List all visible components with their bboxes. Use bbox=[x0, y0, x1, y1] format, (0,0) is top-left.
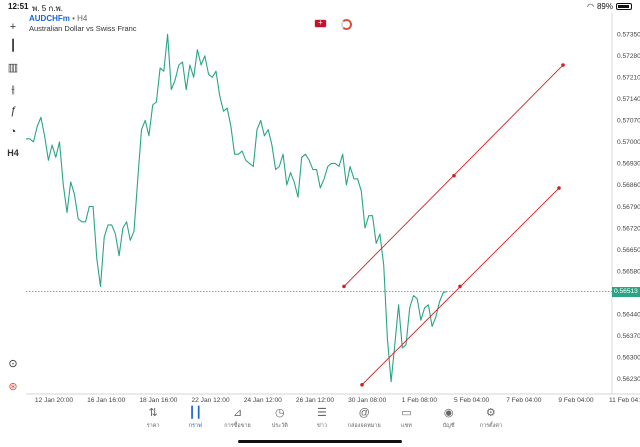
objects-icon[interactable]: ◔ bbox=[5, 124, 21, 140]
price-tick-label: 0.57280 bbox=[617, 53, 640, 60]
price-tick-label: 0.56860 bbox=[617, 182, 640, 189]
chart-header: AUDCHFm • H4 Australian Dollar vs Swiss … bbox=[29, 14, 137, 33]
left-toolbar: + ┃ ▥ ⫲ ƒ ◔ H4 ⊙ ⊛ bbox=[0, 13, 26, 406]
nav-label: การตั้งค่า bbox=[479, 423, 503, 429]
timeframe-label: H4 bbox=[77, 14, 88, 23]
account-icon: ◉ bbox=[443, 407, 454, 419]
nav-label: กราฟ bbox=[188, 423, 202, 429]
price-tick-label: 0.56580 bbox=[617, 268, 640, 275]
trendlines[interactable] bbox=[342, 63, 565, 387]
nav-label: กล่องจดหมาย bbox=[347, 423, 381, 429]
flag-icon[interactable] bbox=[314, 18, 327, 28]
chat-icon: ▭ bbox=[401, 407, 412, 419]
price-tick-label: 0.56370 bbox=[617, 333, 640, 340]
price-axis: 0.57350 0.57280 0.57210 0.57140 0.57070 0.570… bbox=[617, 32, 640, 383]
settings-sliders-icon[interactable]: ⫲ bbox=[5, 82, 21, 98]
chart-top-icons bbox=[314, 18, 352, 30]
date-tick-label: 16 Jan 16:00 bbox=[87, 397, 125, 404]
history-icon: ◷ bbox=[274, 407, 285, 419]
price-tick-label: 0.56230 bbox=[617, 376, 640, 383]
price-tick-label: 0.56790 bbox=[617, 204, 640, 211]
date-tick-label: 7 Feb 04:00 bbox=[506, 397, 542, 404]
candles-icon[interactable]: ┃ bbox=[5, 38, 21, 54]
nav-label: ข่าว bbox=[317, 423, 327, 429]
news-icon: ☰ bbox=[317, 407, 327, 419]
broker-logo-icon[interactable]: ⊛ bbox=[5, 379, 21, 395]
date-tick-label: 9 Feb 04:00 bbox=[558, 397, 594, 404]
nav-label: แชท bbox=[400, 423, 412, 429]
nav-mailbox[interactable]: @ กล่องจดหมาย bbox=[343, 406, 385, 436]
nav-news[interactable]: ☰ ข่าว bbox=[301, 406, 343, 436]
nav-label: ประวัติ bbox=[271, 423, 288, 429]
date-tick-label: 30 Jan 08:00 bbox=[348, 397, 386, 404]
date-tick-label: 22 Jan 12:00 bbox=[192, 397, 230, 404]
trendline-anchor[interactable] bbox=[458, 284, 462, 289]
price-chart[interactable]: 0.57350 0.57280 0.57210 0.57140 0.57070 0.570… bbox=[0, 0, 640, 447]
zoom-icon[interactable]: ⊙ bbox=[5, 356, 21, 372]
date-tick-label: 24 Jan 12:00 bbox=[244, 397, 282, 404]
date-tick-label: 12 Jan 20:00 bbox=[35, 397, 73, 404]
nav-label: การซื้อขาย bbox=[224, 423, 251, 429]
trendline-anchor[interactable] bbox=[561, 63, 565, 67]
price-series-line bbox=[26, 33, 448, 383]
nav-label: บัญชี bbox=[442, 423, 455, 429]
price-tick-label: 0.57000 bbox=[617, 139, 640, 146]
symbol-line[interactable]: AUDCHFm • H4 bbox=[29, 14, 137, 23]
function-icon[interactable]: ƒ bbox=[5, 103, 21, 119]
trendline-anchor[interactable] bbox=[452, 173, 456, 178]
nav-account[interactable]: ◉ บัญชี bbox=[428, 406, 470, 436]
price-tick-label: 0.56300 bbox=[617, 354, 640, 361]
nav-trade[interactable]: ⊿ การซื้อขาย bbox=[216, 406, 258, 436]
price-tick-label: 0.57140 bbox=[617, 96, 640, 103]
chart-icon: ┃┃ bbox=[188, 407, 202, 419]
price-tick-label: 0.56930 bbox=[617, 161, 640, 168]
price-tick-label: 0.56720 bbox=[617, 225, 640, 232]
signal-ring-icon[interactable] bbox=[341, 19, 352, 30]
bottom-navigation: ⇅ ราคา ┃┃ กราฟ ⊿ การซื้อขาย ◷ ประวัติ ☰ ข่าว @ กล่อ… bbox=[132, 406, 512, 436]
home-indicator bbox=[238, 440, 402, 443]
nav-chart[interactable]: ┃┃ กราฟ bbox=[174, 406, 216, 436]
nav-chat[interactable]: ▭ แชท bbox=[385, 406, 427, 436]
price-tick-label: 0.57350 bbox=[617, 32, 640, 39]
nav-history[interactable]: ◷ ประวัติ bbox=[259, 406, 301, 436]
nav-settings[interactable]: ⚙ การตั้งค่า bbox=[470, 406, 512, 436]
time-axis: 12 Jan 20:00 16 Jan 16:00 18 Jan 16:00 22 J… bbox=[35, 397, 640, 404]
date-tick-label: 18 Jan 16:00 bbox=[139, 397, 177, 404]
nav-quotes[interactable]: ⇅ ราคา bbox=[132, 406, 174, 436]
date-tick-label: 1 Feb 08:00 bbox=[402, 397, 438, 404]
trendline-anchor[interactable] bbox=[360, 382, 364, 387]
mailbox-icon: @ bbox=[358, 407, 370, 419]
indicators-icon[interactable]: ▥ bbox=[5, 60, 21, 76]
date-tick-label: 11 Feb 04:00 bbox=[609, 397, 640, 404]
price-tick-label: 0.56650 bbox=[617, 247, 640, 254]
symbol-name: AUDCHFm bbox=[29, 14, 70, 23]
price-tick-label: 0.57070 bbox=[617, 118, 640, 125]
date-tick-label: 5 Feb 04:00 bbox=[454, 397, 490, 404]
trendline-anchor[interactable] bbox=[342, 284, 346, 289]
price-tick-label: 0.57210 bbox=[617, 75, 640, 82]
timeframe-button[interactable]: H4 bbox=[5, 145, 21, 161]
crosshair-icon[interactable]: + bbox=[5, 19, 21, 35]
nav-label: ราคา bbox=[146, 423, 160, 429]
settings-icon: ⚙ bbox=[485, 407, 496, 419]
date-tick-label: 26 Jan 12:00 bbox=[296, 397, 334, 404]
quotes-icon: ⇅ bbox=[148, 407, 158, 419]
current-price-tag: 0.56513 bbox=[612, 286, 640, 297]
price-tick-label: 0.56440 bbox=[617, 311, 640, 318]
trade-icon: ⊿ bbox=[232, 407, 243, 419]
trendline-anchor[interactable] bbox=[557, 186, 561, 190]
symbol-description: Australian Dollar vs Swiss Franc bbox=[29, 24, 137, 33]
